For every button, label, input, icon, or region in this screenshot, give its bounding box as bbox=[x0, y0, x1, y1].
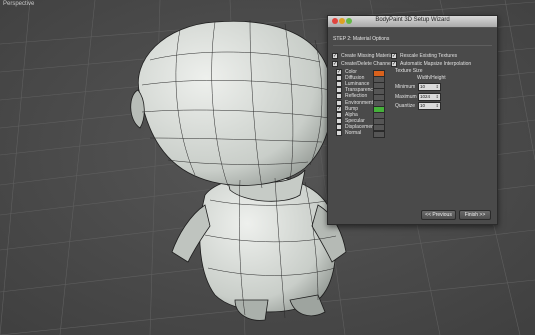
stepper-icon[interactable]: ⇕ bbox=[436, 94, 439, 100]
divider bbox=[333, 45, 492, 46]
channel-displacement[interactable]: Displacement bbox=[336, 123, 376, 130]
minimum-input[interactable]: 10 ⇕ bbox=[418, 83, 441, 91]
checkbox[interactable]: ✓ bbox=[332, 61, 338, 67]
channel-checkbox[interactable]: ✓ bbox=[336, 105, 342, 112]
channel-label: Reflection bbox=[345, 93, 368, 100]
viewport-label: Perspective bbox=[3, 1, 35, 7]
minimum-label: Minimum bbox=[395, 84, 416, 90]
channel-label: Luminance bbox=[345, 81, 370, 88]
maximum-input[interactable]: 1024 ⇕ bbox=[418, 93, 441, 101]
channel-checkbox[interactable] bbox=[336, 87, 342, 94]
channel-label: Color bbox=[345, 69, 357, 75]
channel-alpha[interactable]: Alpha bbox=[336, 111, 358, 118]
channel-specular[interactable]: Specular bbox=[336, 117, 365, 124]
channel-bump[interactable]: ✓ Bump bbox=[336, 105, 359, 112]
channel-checkbox[interactable] bbox=[336, 130, 342, 136]
window-title: BodyPaint 3D Setup Wizard bbox=[375, 17, 450, 23]
stepper-icon[interactable]: ⇕ bbox=[436, 103, 439, 109]
option-label: Create Missing Materials bbox=[341, 53, 397, 59]
maximum-label: Maximum bbox=[395, 94, 417, 100]
texture-size-heading: Texture Size bbox=[395, 68, 423, 74]
channel-label: Environment bbox=[345, 99, 374, 106]
window-titlebar[interactable]: BodyPaint 3D Setup Wizard bbox=[328, 16, 497, 28]
setup-wizard-window: BodyPaint 3D Setup Wizard STEP 2: Materi… bbox=[327, 15, 498, 225]
checkbox[interactable]: ✓ bbox=[332, 53, 338, 59]
option-rescale-existing-textures[interactable]: ✓ Rescale Existing Textures bbox=[391, 53, 457, 59]
option-label: Rescale Existing Textures bbox=[400, 53, 458, 59]
channel-checkbox[interactable] bbox=[336, 81, 342, 88]
channel-label: Alpha bbox=[345, 111, 358, 118]
channel-checkbox[interactable] bbox=[336, 99, 342, 106]
checkbox[interactable]: ✓ bbox=[391, 53, 397, 59]
option-automatic-mapsize-interpolation[interactable]: ✓ Automatic Mapsize Interpolation bbox=[391, 61, 471, 67]
step-heading: STEP 2: Material Options bbox=[333, 36, 390, 42]
option-create-missing-materials[interactable]: ✓ Create Missing Materials bbox=[332, 53, 396, 59]
width-height-header: Width/Height bbox=[417, 75, 446, 81]
channel-transparency[interactable]: Transparency bbox=[336, 87, 376, 94]
channel-checkbox[interactable] bbox=[336, 111, 342, 118]
channel-reflection[interactable]: Reflection bbox=[336, 93, 368, 100]
channel-environment[interactable]: Environment bbox=[336, 99, 374, 106]
checkbox[interactable]: ✓ bbox=[391, 61, 397, 67]
channel-diffusion[interactable]: Diffusion bbox=[336, 75, 365, 82]
channel-label: Displacement bbox=[345, 123, 376, 130]
option-label: Create/Delete Channels bbox=[341, 61, 395, 67]
option-create-delete-channels[interactable]: ✓ Create/Delete Channels bbox=[332, 61, 394, 67]
quantize-label: Quantize bbox=[395, 103, 416, 109]
maximum-value: 1024 bbox=[420, 94, 431, 99]
minimum-value: 10 bbox=[420, 84, 426, 89]
channel-checkbox[interactable] bbox=[336, 123, 342, 130]
channel-checkbox[interactable] bbox=[336, 93, 342, 100]
previous-button[interactable]: << Previous bbox=[421, 210, 456, 220]
channel-label: Bump bbox=[345, 105, 359, 112]
channel-label: Transparency bbox=[345, 87, 376, 94]
quantize-input[interactable]: 10 ⇕ bbox=[418, 102, 441, 110]
channel-luminance[interactable]: Luminance bbox=[336, 81, 370, 88]
channel-label: Normal bbox=[345, 130, 362, 136]
finish-button[interactable]: Finish >> bbox=[459, 210, 491, 220]
channel-normal[interactable]: Normal bbox=[336, 130, 361, 136]
channel-label: Diffusion bbox=[345, 75, 365, 82]
channel-color[interactable]: ✓ Color bbox=[336, 69, 357, 75]
channel-label: Specular bbox=[345, 117, 365, 124]
quantize-value: 10 bbox=[420, 103, 426, 108]
option-label: Automatic Mapsize Interpolation bbox=[400, 61, 472, 67]
channel-checkbox[interactable]: ✓ bbox=[336, 69, 342, 75]
channel-color-swatch[interactable] bbox=[373, 130, 385, 138]
channel-checkbox[interactable] bbox=[336, 75, 342, 82]
stepper-icon[interactable]: ⇕ bbox=[436, 84, 439, 90]
channel-checkbox[interactable] bbox=[336, 117, 342, 124]
